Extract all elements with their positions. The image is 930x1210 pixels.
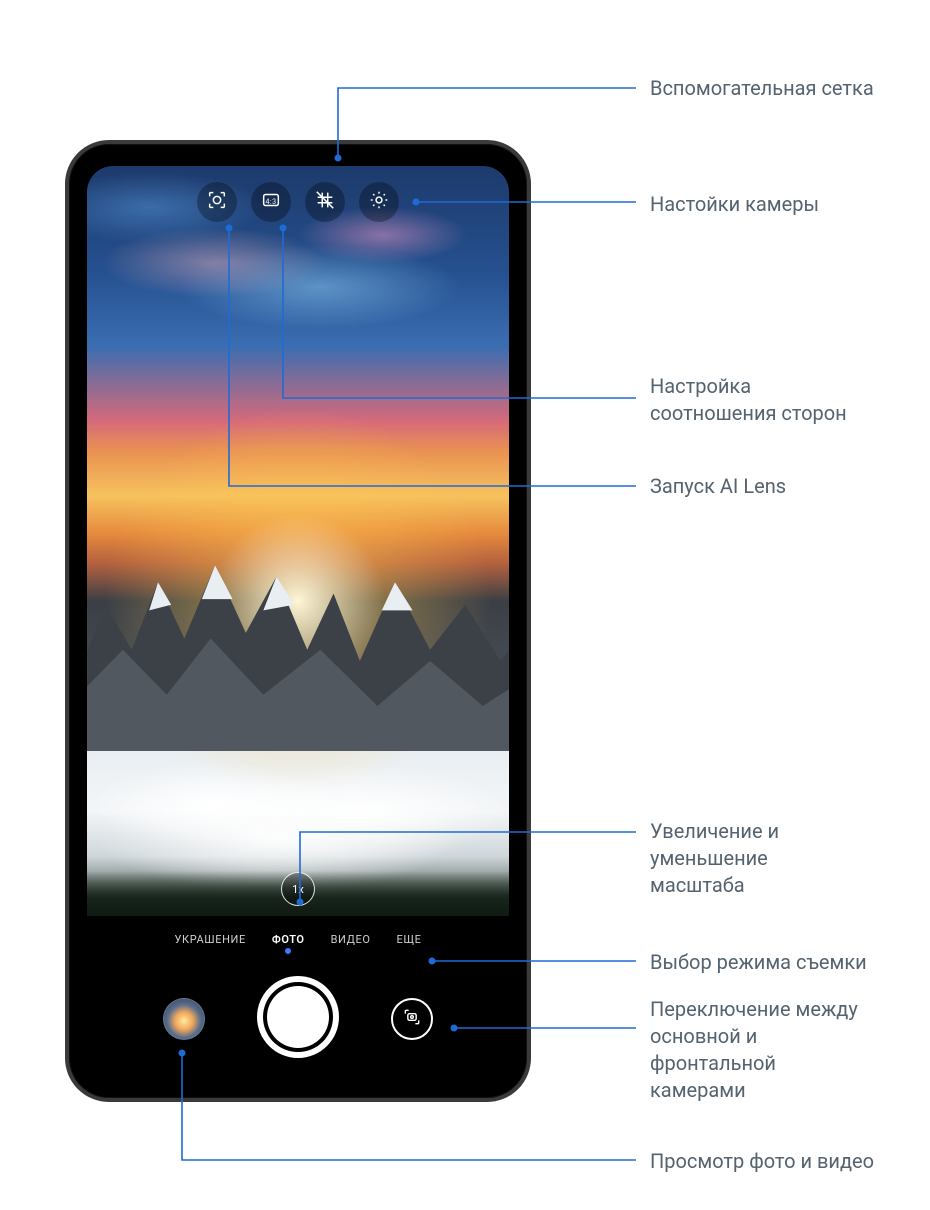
mode-beauty[interactable]: УКРАШЕНИЕ bbox=[175, 933, 246, 946]
camera-viewfinder: 4:3 1x bbox=[87, 166, 509, 916]
controls-row bbox=[87, 962, 509, 1076]
mode-more[interactable]: ЕЩЕ bbox=[397, 933, 422, 946]
gear-icon bbox=[368, 189, 390, 215]
shutter-button[interactable] bbox=[263, 982, 333, 1052]
grid-button[interactable] bbox=[305, 182, 345, 222]
settings-button[interactable] bbox=[359, 182, 399, 222]
zoom-button[interactable]: 1x bbox=[281, 872, 315, 906]
callout-switch: Переключение междуосновной ифронтальнойк… bbox=[650, 996, 858, 1104]
switch-camera-button[interactable] bbox=[391, 998, 433, 1040]
mountains bbox=[87, 526, 509, 751]
diagram-stage: 4:3 1x bbox=[0, 0, 930, 1210]
mode-selector[interactable]: УКРАШЕНИЕ ФОТО ВИДЕО ЕЩЕ bbox=[87, 916, 509, 962]
aspect-ratio-button[interactable]: 4:3 bbox=[251, 182, 291, 222]
tablet-screen: 4:3 1x bbox=[87, 166, 509, 1076]
mode-photo[interactable]: ФОТО bbox=[272, 933, 305, 946]
callout-grid: Вспомогательная сетка bbox=[650, 75, 874, 102]
aspect-ratio-text: 4:3 bbox=[265, 198, 276, 206]
callout-gallery: Просмотр фото и видео bbox=[650, 1148, 874, 1175]
mode-video[interactable]: ВИДЕО bbox=[331, 933, 371, 946]
callout-zoom: Увеличение иуменьшениемасштаба bbox=[650, 818, 779, 899]
switch-camera-icon bbox=[402, 1007, 422, 1031]
callout-aspect: Настройкасоотношения сторон bbox=[650, 373, 847, 427]
zoom-label: 1x bbox=[292, 883, 304, 896]
tablet-frame: 4:3 1x bbox=[65, 140, 531, 1102]
low-clouds bbox=[87, 721, 509, 886]
top-toolbar: 4:3 bbox=[87, 182, 509, 222]
callout-modes: Выбор режима съемки bbox=[650, 949, 867, 976]
callout-settings: Настойки камеры bbox=[650, 191, 819, 218]
gallery-thumbnail[interactable] bbox=[163, 998, 205, 1040]
ai-lens-button[interactable] bbox=[197, 182, 237, 222]
callout-ailens: Запуск AI Lens bbox=[650, 473, 786, 500]
grid-icon bbox=[314, 189, 336, 215]
ai-lens-icon bbox=[206, 189, 228, 215]
bottom-bar: УКРАШЕНИЕ ФОТО ВИДЕО ЕЩЕ bbox=[87, 916, 509, 1076]
